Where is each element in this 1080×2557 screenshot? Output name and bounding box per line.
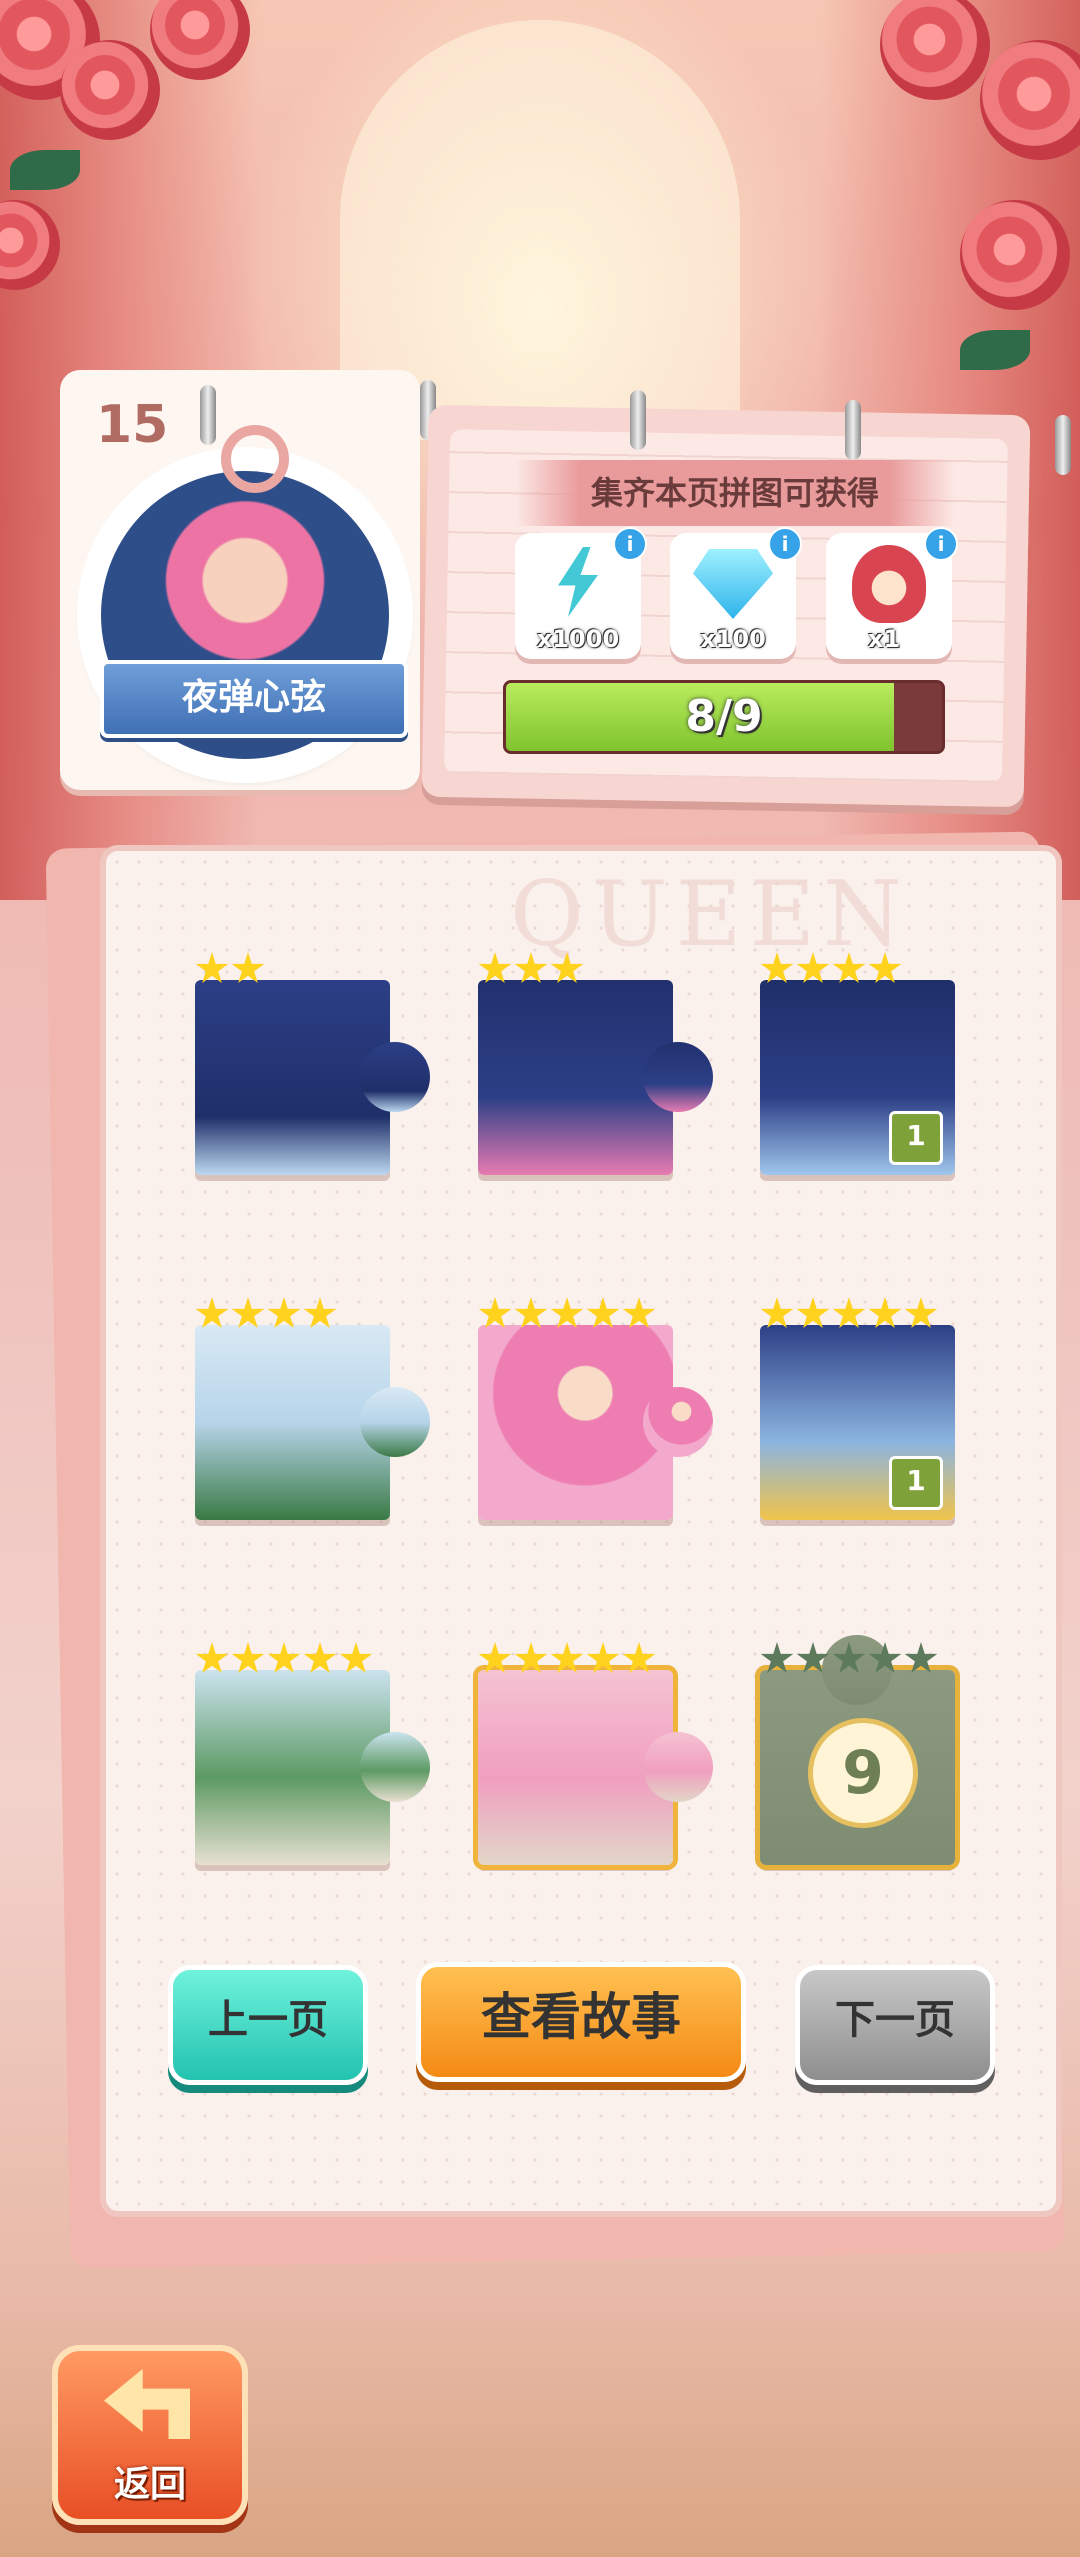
- duplicate-count-badge: 1: [889, 1111, 943, 1165]
- star-icon: [478, 952, 512, 983]
- reward-character[interactable]: x1 i: [826, 527, 958, 659]
- star-icon: [550, 952, 584, 983]
- star-icon: [303, 1297, 337, 1328]
- puzzle-tab: [360, 1042, 430, 1112]
- star-icon: [868, 1297, 902, 1328]
- progress-text: 8/9: [685, 691, 763, 742]
- missing-piece-number: 9: [808, 1718, 918, 1828]
- star-icon: [514, 1642, 548, 1673]
- star-icon: [339, 1642, 373, 1673]
- star-icon: [904, 1297, 938, 1328]
- info-icon[interactable]: i: [768, 527, 802, 561]
- puzzle-piece[interactable]: [478, 952, 713, 1175]
- star-icon: [478, 1642, 512, 1673]
- star-icon: [195, 1297, 229, 1328]
- back-arrow-icon: [104, 2369, 190, 2439]
- leaf-decoration: [10, 150, 80, 190]
- puzzle-tab: [643, 1387, 713, 1457]
- puzzle-piece[interactable]: [478, 1297, 713, 1520]
- puzzle-tab: [643, 1042, 713, 1112]
- star-icon: [796, 1297, 830, 1328]
- star-icon: [514, 1297, 548, 1328]
- star-icon: [550, 1297, 584, 1328]
- puzzle-piece[interactable]: 1: [760, 1297, 955, 1520]
- star-icon: [231, 1642, 265, 1673]
- reward-quantity: x100: [700, 625, 766, 653]
- star-icon: [832, 1297, 866, 1328]
- energy-bolt-icon: [558, 547, 598, 617]
- rose-decoration: [960, 200, 1070, 310]
- prev-page-button[interactable]: 上一页: [168, 1965, 368, 2085]
- star-rating: [195, 952, 265, 986]
- puzzle-piece[interactable]: 9: [755, 1635, 960, 1870]
- collection-progress-bar: 8/9: [503, 680, 945, 754]
- leaf-decoration: [960, 330, 1030, 370]
- back-button[interactable]: 返回: [52, 2345, 248, 2525]
- star-rating: [195, 1297, 337, 1331]
- star-icon: [832, 1642, 866, 1673]
- reward-title: 集齐本页拼图可获得: [515, 460, 955, 526]
- star-icon: [868, 1642, 902, 1673]
- reward-diamond[interactable]: x100 i: [670, 527, 802, 659]
- star-icon: [586, 1297, 620, 1328]
- page-number: 15: [96, 395, 169, 455]
- diamond-icon: [693, 549, 773, 619]
- star-icon: [622, 1297, 656, 1328]
- reward-quantity: x1000: [536, 625, 620, 653]
- star-rating: [760, 952, 902, 986]
- star-icon: [478, 1297, 512, 1328]
- reward-quantity: x1: [868, 625, 901, 653]
- star-icon: [904, 1642, 938, 1673]
- star-icon: [760, 1297, 794, 1328]
- star-icon: [231, 952, 265, 983]
- star-icon: [195, 952, 229, 983]
- reward-energy[interactable]: x1000 i: [515, 527, 647, 659]
- star-icon: [267, 1642, 301, 1673]
- star-icon: [267, 1297, 301, 1328]
- star-rating: [760, 1642, 938, 1676]
- star-icon: [796, 952, 830, 983]
- jester-character-icon: [852, 545, 926, 623]
- view-story-button[interactable]: 查看故事: [416, 1962, 746, 2082]
- info-icon[interactable]: i: [924, 527, 958, 561]
- puzzle-piece[interactable]: [195, 1642, 430, 1865]
- back-label: 返回: [113, 2464, 186, 2505]
- rose-decoration: [60, 40, 160, 140]
- binder-ring: [1055, 415, 1071, 475]
- duplicate-count-badge: 1: [889, 1456, 943, 1510]
- star-rating: [195, 1642, 373, 1676]
- puzzle-tab: [360, 1732, 430, 1802]
- star-rating: [478, 1642, 656, 1676]
- binder-ring: [845, 400, 861, 460]
- star-icon: [760, 1642, 794, 1673]
- binder-ring: [200, 385, 216, 445]
- star-rating: [478, 952, 584, 986]
- info-icon[interactable]: i: [613, 527, 647, 561]
- next-page-button[interactable]: 下一页: [795, 1965, 995, 2085]
- star-icon: [796, 1642, 830, 1673]
- puzzle-tab: [360, 1387, 430, 1457]
- star-icon: [303, 1642, 337, 1673]
- puzzle-piece[interactable]: [195, 952, 430, 1175]
- star-icon: [868, 952, 902, 983]
- puzzle-tab: [643, 1732, 713, 1802]
- star-icon: [514, 952, 548, 983]
- star-icon: [195, 1642, 229, 1673]
- binder-ring: [630, 390, 646, 450]
- album-title-ribbon: 夜弹心弦: [100, 660, 408, 738]
- puzzle-piece[interactable]: [473, 1642, 713, 1870]
- star-icon: [760, 952, 794, 983]
- star-icon: [550, 1642, 584, 1673]
- star-icon: [586, 1642, 620, 1673]
- puzzle-piece[interactable]: 1: [760, 952, 955, 1175]
- star-icon: [622, 1642, 656, 1673]
- star-icon: [832, 952, 866, 983]
- puzzle-piece[interactable]: [195, 1297, 430, 1520]
- tag-string-icon: [221, 425, 289, 493]
- star-rating: [760, 1297, 938, 1331]
- star-rating: [478, 1297, 656, 1331]
- star-icon: [231, 1297, 265, 1328]
